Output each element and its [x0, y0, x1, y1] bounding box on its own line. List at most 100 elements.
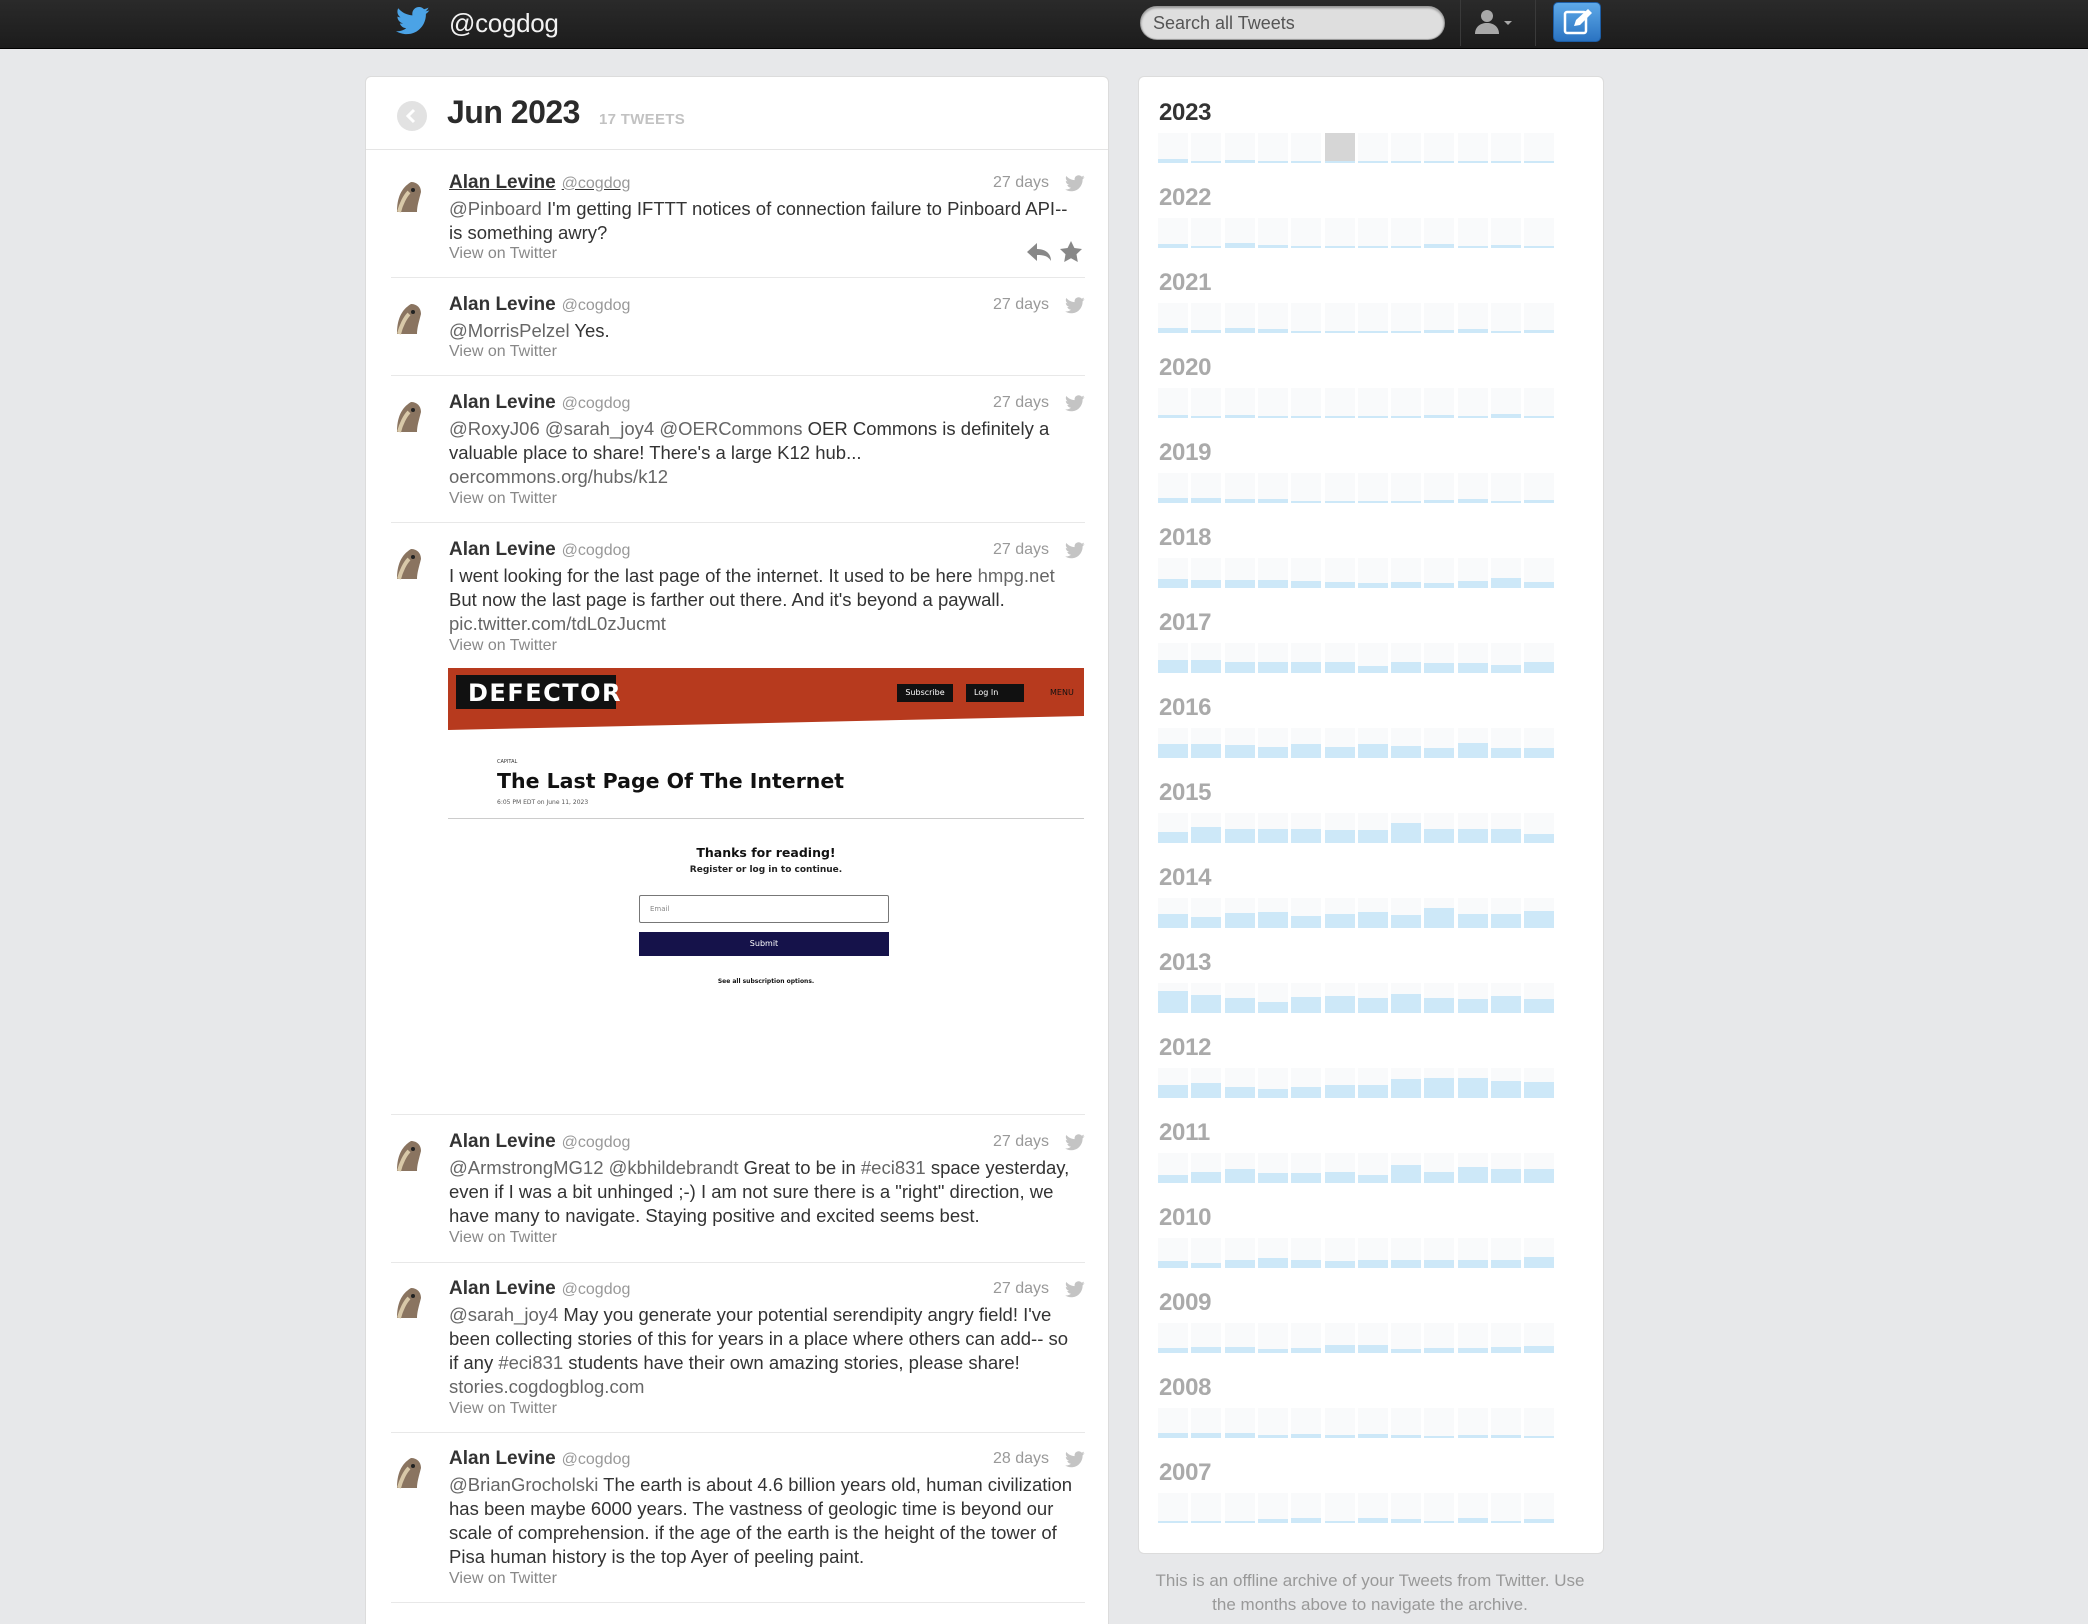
month-cell[interactable] — [1457, 813, 1488, 843]
month-cell[interactable] — [1257, 1493, 1288, 1523]
month-cell[interactable] — [1291, 813, 1322, 843]
month-cell[interactable] — [1357, 388, 1388, 418]
month-cell[interactable] — [1191, 133, 1222, 163]
month-cell[interactable] — [1158, 558, 1188, 588]
month-cell[interactable] — [1391, 983, 1422, 1013]
month-cell[interactable] — [1457, 388, 1488, 418]
month-cell[interactable] — [1357, 1068, 1388, 1098]
month-cell[interactable] — [1158, 1493, 1188, 1523]
month-cell[interactable] — [1224, 813, 1255, 843]
view-on-twitter-link[interactable]: View on Twitter — [449, 490, 557, 508]
mention-link[interactable]: @sarah_joy4 — [449, 1304, 558, 1325]
month-cell[interactable] — [1391, 1493, 1422, 1523]
month-cell[interactable] — [1158, 728, 1188, 758]
month-cell[interactable] — [1324, 1068, 1355, 1098]
month-cell[interactable] — [1424, 898, 1455, 928]
user-menu-button[interactable] — [1460, 0, 1536, 46]
mention-link[interactable]: @Pinboard — [449, 198, 542, 219]
month-cell[interactable] — [1324, 133, 1355, 163]
month-cell[interactable] — [1524, 813, 1555, 843]
author-name[interactable]: Alan Levine @cogdog — [449, 1278, 630, 1300]
month-cell[interactable] — [1158, 133, 1188, 163]
month-cell[interactable] — [1391, 303, 1422, 333]
avatar[interactable] — [391, 392, 425, 436]
month-cell[interactable] — [1491, 813, 1521, 843]
month-cell[interactable] — [1391, 898, 1422, 928]
month-cell[interactable] — [1424, 558, 1455, 588]
month-cell[interactable] — [1257, 898, 1288, 928]
month-cell[interactable] — [1158, 1068, 1188, 1098]
view-on-twitter-link[interactable]: View on Twitter — [449, 343, 557, 361]
month-cell[interactable] — [1424, 728, 1455, 758]
month-cell[interactable] — [1491, 473, 1521, 503]
month-cell[interactable] — [1324, 1408, 1355, 1438]
month-cell[interactable] — [1291, 1068, 1322, 1098]
month-cell[interactable] — [1291, 218, 1322, 248]
mention-link[interactable]: @RoxyJ06 @sarah_joy4 @OERCommons — [449, 418, 803, 439]
month-cell[interactable] — [1524, 983, 1555, 1013]
month-cell[interactable] — [1424, 218, 1455, 248]
month-cell[interactable] — [1524, 133, 1555, 163]
month-cell[interactable] — [1191, 643, 1222, 673]
month-cell[interactable] — [1524, 1323, 1555, 1353]
avatar[interactable] — [391, 172, 425, 216]
month-cell[interactable] — [1357, 1408, 1388, 1438]
month-cell[interactable] — [1424, 983, 1455, 1013]
month-cell[interactable] — [1158, 1408, 1188, 1438]
month-cell[interactable] — [1291, 1153, 1322, 1183]
month-cell[interactable] — [1224, 1153, 1255, 1183]
month-cell[interactable] — [1391, 388, 1422, 418]
author-name[interactable]: Alan Levine @cogdog — [449, 1448, 630, 1470]
month-cell[interactable] — [1391, 1408, 1422, 1438]
reply-icon[interactable] — [1025, 240, 1053, 264]
avatar[interactable] — [391, 539, 425, 583]
month-cell[interactable] — [1391, 1323, 1422, 1353]
month-cell[interactable] — [1424, 1493, 1455, 1523]
tweet-time[interactable]: 27 days — [993, 1133, 1049, 1151]
month-cell[interactable] — [1491, 1408, 1521, 1438]
month-cell[interactable] — [1457, 1238, 1488, 1268]
month-cell[interactable] — [1524, 388, 1555, 418]
month-cell[interactable] — [1457, 558, 1488, 588]
month-cell[interactable] — [1224, 218, 1255, 248]
month-cell[interactable] — [1524, 1493, 1555, 1523]
month-cell[interactable] — [1524, 643, 1555, 673]
month-cell[interactable] — [1191, 813, 1222, 843]
month-cell[interactable] — [1391, 1153, 1422, 1183]
month-cell[interactable] — [1191, 303, 1222, 333]
month-cell[interactable] — [1257, 728, 1288, 758]
mention-link[interactable]: @MorrisPelzel — [449, 320, 570, 341]
author-name[interactable]: Alan Levine @cogdog — [449, 294, 630, 316]
month-cell[interactable] — [1324, 218, 1355, 248]
month-cell[interactable] — [1357, 1493, 1388, 1523]
month-cell[interactable] — [1257, 473, 1288, 503]
month-cell[interactable] — [1357, 303, 1388, 333]
month-cell[interactable] — [1324, 558, 1355, 588]
month-cell[interactable] — [1424, 1238, 1455, 1268]
month-cell[interactable] — [1357, 218, 1388, 248]
url-link[interactable]: hmpg.net — [978, 565, 1055, 586]
month-cell[interactable] — [1224, 133, 1255, 163]
month-cell[interactable] — [1491, 133, 1521, 163]
month-cell[interactable] — [1191, 983, 1222, 1013]
twitter-bird-icon[interactable] — [396, 6, 430, 36]
month-cell[interactable] — [1391, 218, 1422, 248]
tweet-time[interactable]: 28 days — [993, 1450, 1049, 1468]
month-cell[interactable] — [1524, 303, 1555, 333]
hashtag-link[interactable]: #eci831 — [861, 1157, 926, 1178]
search-input[interactable] — [1140, 6, 1445, 40]
month-cell[interactable] — [1457, 303, 1488, 333]
month-cell[interactable] — [1491, 1323, 1521, 1353]
month-cell[interactable] — [1491, 388, 1521, 418]
month-cell[interactable] — [1224, 728, 1255, 758]
tweet-time[interactable]: 27 days — [993, 296, 1049, 314]
month-cell[interactable] — [1424, 1068, 1455, 1098]
month-cell[interactable] — [1424, 133, 1455, 163]
month-cell[interactable] — [1191, 558, 1222, 588]
month-cell[interactable] — [1491, 1493, 1521, 1523]
month-cell[interactable] — [1224, 898, 1255, 928]
month-cell[interactable] — [1158, 813, 1188, 843]
month-cell[interactable] — [1457, 133, 1488, 163]
back-button[interactable] — [397, 101, 427, 131]
month-cell[interactable] — [1158, 1153, 1188, 1183]
